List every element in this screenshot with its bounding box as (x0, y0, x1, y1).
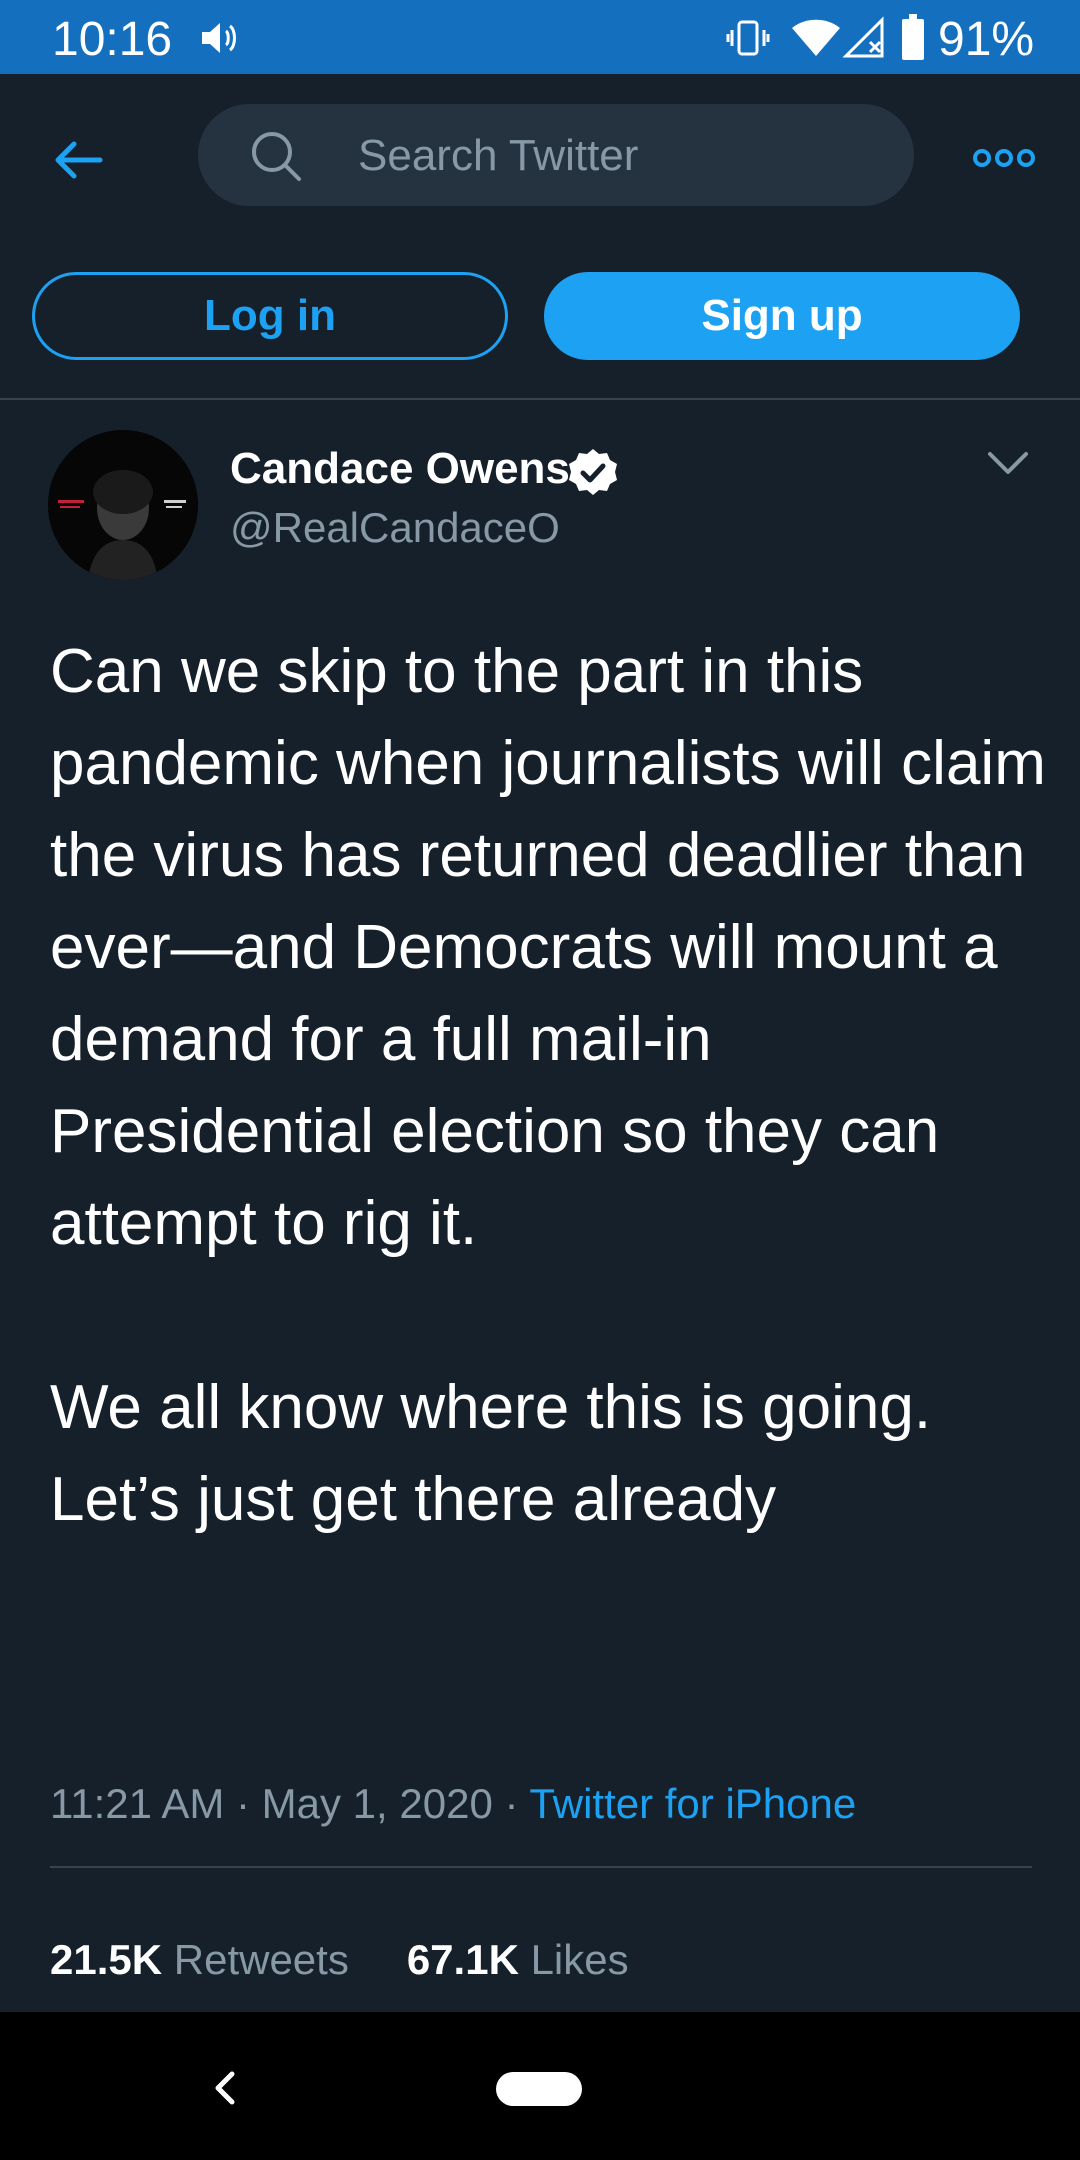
retweets-stat[interactable]: 21.5K Retweets (50, 1936, 349, 1983)
tweet-stats: 21.5K Retweets 67.1K Likes (50, 1936, 629, 1984)
status-bar: 10:16 91% (0, 0, 1080, 74)
tweet-text: Can we skip to the part in this pandemic… (50, 637, 1046, 1534)
tweet-source-link[interactable]: Twitter for iPhone (529, 1780, 856, 1827)
header-divider (0, 398, 1080, 400)
system-nav-bar (0, 2012, 1080, 2160)
status-time: 10:16 (52, 13, 173, 66)
battery-percent: 91% (938, 13, 1035, 66)
likes-count: 67.1K (406, 1936, 519, 1983)
tweet-date[interactable]: May 1, 2020 (262, 1780, 493, 1827)
search-bar[interactable] (198, 104, 914, 208)
retweets-count: 21.5K (50, 1936, 163, 1983)
likes-stat[interactable]: 67.1K Likes (407, 1936, 629, 1983)
search-icon (252, 132, 301, 181)
chevron-down-icon[interactable] (986, 448, 1030, 478)
meta-separator: · (492, 1780, 530, 1827)
top-app-bar: Log in Sign up (0, 74, 1080, 402)
battery-icon (902, 14, 924, 60)
author-name[interactable]: Candace Owens (230, 444, 570, 494)
author-handle[interactable]: @RealCandaceO (230, 504, 560, 552)
nav-home-pill[interactable] (496, 2072, 582, 2106)
nav-back-icon[interactable] (206, 2068, 242, 2108)
likes-label: Likes (530, 1936, 629, 1983)
meta-divider (50, 1866, 1032, 1868)
meta-separator: · (224, 1780, 262, 1827)
wifi-icon (792, 19, 840, 56)
tweet-time: 11:21 AM (50, 1780, 225, 1827)
back-arrow-icon[interactable] (48, 130, 108, 190)
search-input[interactable] (356, 104, 880, 208)
more-icon[interactable] (972, 146, 1036, 170)
cellular-icon (842, 16, 884, 58)
tweet-meta: 11:21 AM · May 1, 2020 · Twitter for iPh… (50, 1780, 856, 1828)
volume-icon (202, 23, 236, 53)
verified-badge-icon (569, 449, 617, 495)
vibrate-icon (726, 20, 770, 56)
avatar-image (48, 430, 198, 580)
signup-button[interactable]: Sign up (544, 272, 1020, 360)
avatar[interactable] (48, 430, 198, 580)
login-button[interactable]: Log in (32, 272, 508, 360)
retweets-label: Retweets (173, 1936, 349, 1983)
